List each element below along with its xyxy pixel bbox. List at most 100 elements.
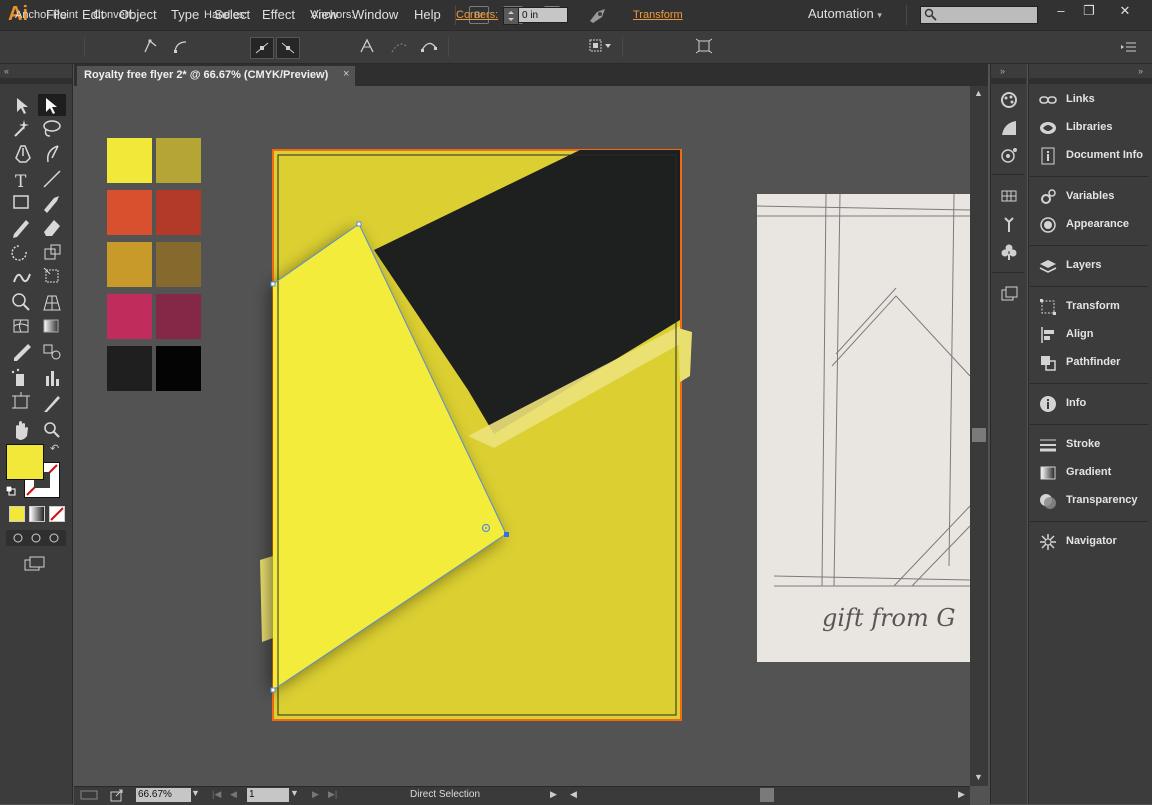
zoom-tool-icon (44, 422, 60, 438)
fill-color-front[interactable] (6, 444, 44, 480)
menu-separator (906, 5, 907, 25)
sketch-handwriting: gift from G (822, 604, 956, 632)
minimize-button[interactable]: – (1050, 3, 1072, 21)
panel-info[interactable]: Info (1038, 394, 1148, 414)
color-guide-icon[interactable] (999, 90, 1019, 110)
panel-transparency[interactable]: Transparency (1038, 491, 1148, 511)
toolbar-grip[interactable] (0, 78, 72, 84)
share-icon[interactable] (110, 788, 124, 802)
align-to-selection-dropdown[interactable] (588, 38, 614, 54)
panel-transform[interactable]: Transform (1038, 297, 1148, 317)
isolate-object-icon[interactable] (695, 38, 713, 57)
default-fill-stroke-icon[interactable] (5, 485, 16, 496)
previous-artboard-icon[interactable]: ◀ (230, 789, 237, 800)
variables-icon (1038, 187, 1058, 212)
scroll-left-arrow-icon[interactable]: ◀ (570, 789, 577, 800)
search-input[interactable] (920, 6, 1038, 24)
swap-fill-stroke-icon[interactable]: ↶ (50, 442, 59, 455)
panel-variables[interactable]: Variables (1038, 187, 1148, 207)
menu-help[interactable]: Help (414, 7, 441, 22)
document-tab-close-button[interactable]: × (343, 68, 349, 80)
convert-to-smooth-icon[interactable] (172, 38, 188, 57)
collapse-toolbar-icon[interactable]: « (4, 66, 9, 76)
document-info-icon (1038, 146, 1058, 171)
show-handles-button[interactable] (250, 37, 274, 59)
handles-icon (255, 42, 269, 54)
vertical-scroll-thumb[interactable] (972, 428, 986, 442)
status-menu-icon[interactable]: ▶ (550, 789, 557, 800)
panel-label: Stroke (1066, 438, 1101, 450)
corners-link[interactable]: Corners: (456, 9, 498, 21)
dock-grip[interactable] (990, 78, 1026, 84)
menu-window[interactable]: Window (352, 7, 398, 22)
panel-pathfinder[interactable]: Pathfinder (1038, 353, 1148, 373)
last-artboard-icon[interactable]: ▶| (328, 789, 337, 800)
first-artboard-icon[interactable]: |◀ (212, 789, 221, 800)
drawing-modes[interactable] (6, 530, 66, 546)
dock-separator (992, 272, 1024, 273)
menu-effect[interactable]: Effect (262, 7, 295, 22)
panel-document-info[interactable]: Document Info (1038, 146, 1148, 166)
gpu-performance-button[interactable] (587, 6, 609, 24)
panel-separator (1030, 286, 1148, 287)
magic-wand-tool-icon (14, 120, 29, 137)
panel-align[interactable]: Align (1038, 325, 1148, 345)
menu-type[interactable]: Type (171, 7, 199, 22)
panel-label: Layers (1066, 259, 1102, 271)
collapse-dock-icon[interactable]: » (1000, 66, 1005, 76)
horizontal-scroll-thumb[interactable] (760, 788, 774, 802)
workspace-switcher[interactable]: Automation ▾ (808, 6, 882, 21)
scroll-right-arrow-icon[interactable]: ▶ (958, 789, 965, 800)
panel-layers[interactable]: Layers (1038, 256, 1148, 276)
gradient-mode-button[interactable] (29, 506, 45, 522)
brush-overflow-left (260, 556, 273, 642)
panel-label: Gradient (1066, 466, 1112, 478)
panel-menu-button[interactable] (1120, 40, 1138, 54)
transform-link[interactable]: Transform (633, 9, 683, 21)
convert-to-corner-icon[interactable] (142, 38, 158, 57)
stepper-arrows-icon (508, 11, 514, 21)
none-mode-button[interactable] (49, 506, 65, 522)
restore-button[interactable]: ❐ (1078, 3, 1100, 21)
connect-anchors-icon[interactable] (390, 38, 408, 57)
panel-gradient[interactable]: Gradient (1038, 463, 1148, 483)
swatches-grid-icon[interactable] (999, 186, 1019, 206)
symbols-icon[interactable] (999, 242, 1019, 262)
info-icon (1038, 394, 1058, 419)
cut-path-icon[interactable] (420, 38, 438, 57)
free-transform-tool-icon (43, 267, 59, 283)
panel-grip[interactable] (1028, 78, 1152, 84)
corners-stepper[interactable] (503, 7, 519, 25)
hide-handles-button[interactable] (276, 37, 300, 59)
color-picker-icon[interactable] (999, 118, 1019, 138)
gpu-icon[interactable] (80, 789, 100, 801)
remove-anchor-icon[interactable] (358, 38, 376, 57)
recolor-icon[interactable] (999, 146, 1019, 166)
panel-separator (1030, 245, 1148, 246)
panel-appearance[interactable]: Appearance (1038, 215, 1148, 235)
screen-mode-button[interactable] (24, 556, 46, 572)
panel-navigator[interactable]: Navigator (1038, 532, 1148, 552)
panel-stroke[interactable]: Stroke (1038, 435, 1148, 455)
corners-input[interactable]: 0 in (518, 7, 568, 23)
panel-libraries[interactable]: Libraries (1038, 118, 1148, 138)
zoom-input[interactable]: 66.67% (136, 788, 191, 802)
brushes-icon[interactable] (999, 214, 1019, 234)
lasso-tool-icon (43, 120, 61, 137)
collapse-panels-icon[interactable]: » (1138, 66, 1143, 76)
scroll-up-arrow-icon[interactable]: ▲ (974, 88, 983, 98)
zoom-dropdown-icon[interactable]: ▼ (191, 788, 200, 798)
canvas[interactable]: gift from G (74, 86, 970, 786)
control-separator (448, 37, 449, 57)
close-button[interactable]: ✕ (1114, 3, 1136, 21)
panel-label: Pathfinder (1066, 356, 1121, 368)
scroll-down-arrow-icon[interactable]: ▼ (974, 772, 983, 782)
artboard-dropdown-icon[interactable]: ▼ (290, 788, 299, 798)
artboard-number-input[interactable]: 1 (247, 788, 289, 802)
selection-tool-icon (17, 98, 28, 114)
panel-links[interactable]: Links (1038, 90, 1148, 110)
next-artboard-icon[interactable]: ▶ (312, 789, 319, 800)
align-selection-icon (589, 39, 611, 52)
artboards-panel-icon[interactable] (999, 284, 1019, 304)
color-mode-button[interactable] (9, 506, 25, 522)
